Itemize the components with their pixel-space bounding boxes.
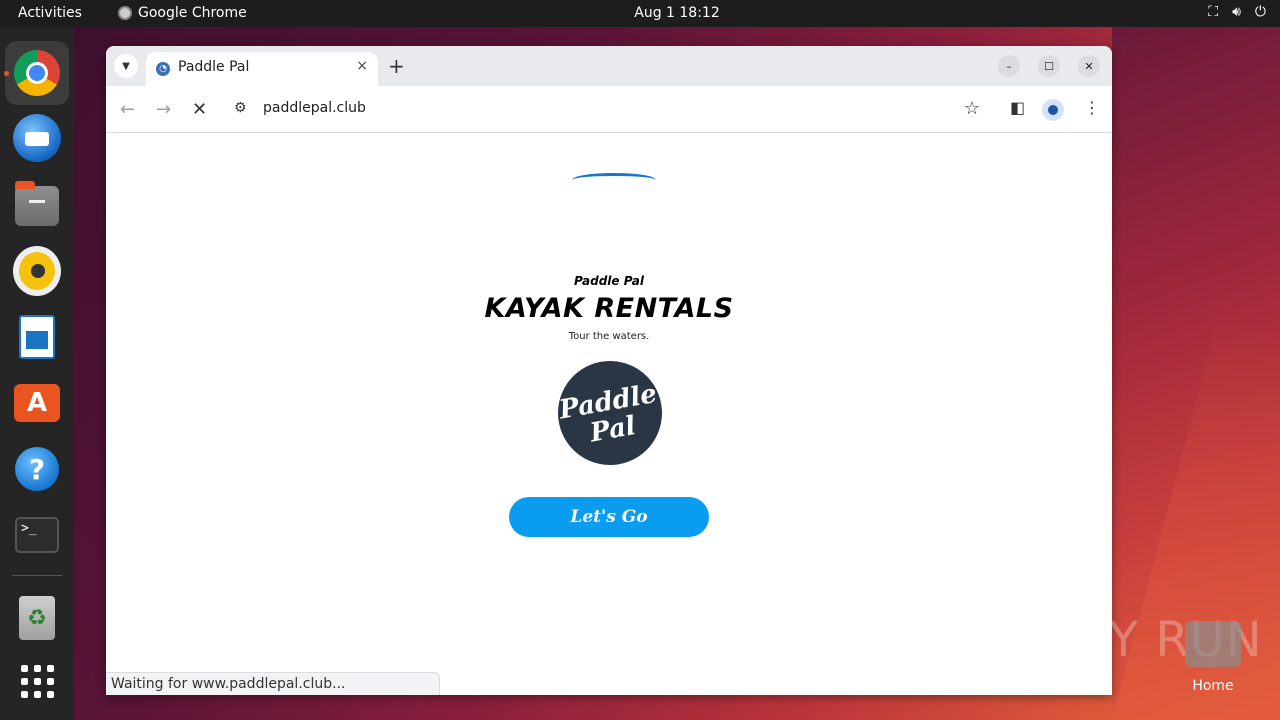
- status-bubble: Waiting for www.paddlepal.club...: [106, 672, 440, 695]
- minimize-icon: –: [1006, 59, 1012, 73]
- files-icon: [15, 181, 59, 226]
- site-favicon-icon: ◔: [156, 62, 170, 76]
- back-button[interactable]: ←: [120, 99, 135, 120]
- url-text[interactable]: paddlepal.club: [263, 100, 366, 116]
- help-icon: ?: [15, 447, 59, 491]
- home-label[interactable]: Home: [1180, 678, 1246, 694]
- profile-avatar[interactable]: [1042, 99, 1064, 121]
- paddle-pal-logo: Paddle Pal: [549, 352, 671, 474]
- close-icon[interactable]: ×: [356, 58, 368, 74]
- volume-icon[interactable]: 🔊︎: [1232, 4, 1241, 20]
- maximize-icon: ☐: [1044, 59, 1054, 73]
- side-panel-icon[interactable]: ◧: [1010, 98, 1025, 117]
- dock-thunderbird[interactable]: [13, 114, 61, 162]
- dock-terminal[interactable]: >_: [13, 511, 61, 559]
- close-icon: ✕: [1084, 59, 1094, 73]
- dock: A ? >_ ♻: [0, 27, 74, 720]
- terminal-icon: >_: [15, 517, 59, 553]
- tab-paddle-pal[interactable]: ◔ Paddle Pal ×: [146, 52, 378, 86]
- dock-writer[interactable]: [13, 313, 61, 361]
- page-content: Paddle Pal KAYAK RENTALS Tour the waters…: [106, 133, 1112, 695]
- chrome-icon: [14, 50, 60, 96]
- clock[interactable]: Aug 1 18:12: [0, 5, 1280, 21]
- network-icon[interactable]: ⛶: [1208, 4, 1218, 20]
- page-headline: KAYAK RENTALS: [484, 293, 734, 324]
- stop-icon: ✕: [192, 99, 208, 120]
- dock-files[interactable]: [13, 181, 61, 230]
- lets-go-button[interactable]: Let's Go: [509, 497, 709, 537]
- brand-name: Paddle Pal: [574, 274, 644, 288]
- minimize-button[interactable]: –: [998, 55, 1020, 77]
- dock-rhythmbox[interactable]: [13, 246, 61, 296]
- bookmark-star-icon[interactable]: ☆: [964, 98, 980, 119]
- address-bar[interactable]: ⚙ paddlepal.club ☆: [226, 92, 994, 126]
- chevron-down-icon: ▼: [122, 60, 130, 72]
- thunderbird-icon: [13, 114, 61, 162]
- tagline: Tour the waters.: [568, 331, 650, 342]
- tab-search-button[interactable]: ▼: [114, 54, 138, 78]
- rhythmbox-icon: [13, 246, 61, 296]
- arrow-left-icon: ←: [120, 99, 136, 120]
- running-indicator: [4, 71, 9, 76]
- home-folder-icon[interactable]: [1185, 621, 1241, 667]
- tab-title: Paddle Pal: [178, 59, 250, 75]
- app-center-icon: A: [14, 384, 60, 422]
- dock-separator: [12, 575, 62, 576]
- app-grid-icon: [20, 664, 54, 698]
- trash-icon: ♻: [19, 596, 55, 640]
- loading-spinner: [572, 173, 656, 180]
- system-tray[interactable]: ⛶ 🔊︎ ⏻: [1208, 4, 1266, 20]
- top-bar: Activities Google Chrome Aug 1 18:12 ⛶ 🔊…: [0, 0, 1280, 27]
- power-icon[interactable]: ⏻: [1255, 4, 1266, 20]
- stop-button[interactable]: ✕: [192, 99, 207, 120]
- tab-bar: ▼ ◔ Paddle Pal × + – ☐ ✕: [106, 46, 1112, 86]
- dock-app-center[interactable]: A: [13, 379, 61, 427]
- toolbar: ← → ✕ ⚙ paddlepal.club ☆ ◧ ⋮: [106, 86, 1112, 133]
- arrow-right-icon: →: [156, 99, 172, 120]
- maximize-button[interactable]: ☐: [1038, 55, 1060, 77]
- new-tab-button[interactable]: +: [388, 54, 405, 78]
- dock-help[interactable]: ?: [13, 445, 61, 493]
- chrome-window: ▼ ◔ Paddle Pal × + – ☐ ✕ ← → ✕ ⚙ paddlep…: [106, 46, 1112, 695]
- site-info-icon[interactable]: ⚙: [234, 100, 247, 116]
- close-window-button[interactable]: ✕: [1078, 55, 1100, 77]
- menu-dots-icon[interactable]: ⋮: [1084, 98, 1100, 117]
- dock-show-apps[interactable]: [13, 657, 61, 705]
- dock-chrome[interactable]: [13, 49, 61, 97]
- dock-trash[interactable]: ♻: [13, 594, 61, 642]
- forward-button[interactable]: →: [156, 99, 171, 120]
- writer-icon: [19, 315, 55, 359]
